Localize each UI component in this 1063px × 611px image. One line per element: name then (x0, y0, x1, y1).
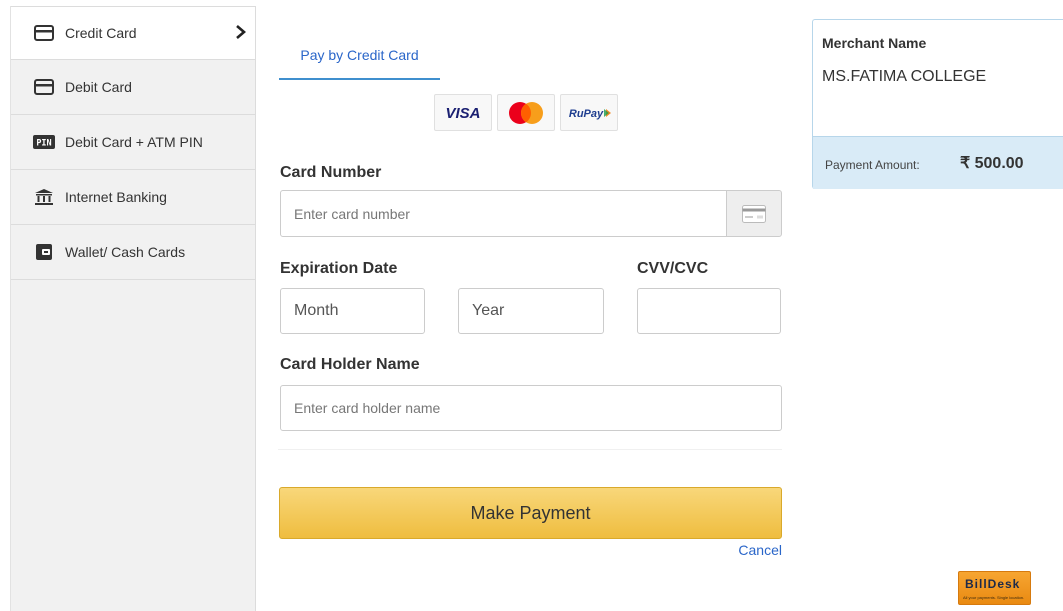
tab-label: Pay by Credit Card (300, 47, 419, 63)
card-brand-logos: VISA RuPay (434, 94, 618, 131)
payment-amount-value: ₹ 500.00 (960, 155, 1024, 172)
bank-icon (33, 188, 55, 206)
sidebar-item-debit-card[interactable]: Debit Card (11, 60, 255, 115)
mastercard-logo (497, 94, 555, 131)
wallet-icon (33, 243, 55, 261)
sidebar-item-label: Credit Card (65, 25, 137, 41)
card-holder-label: Card Holder Name (280, 356, 420, 373)
visa-logo: VISA (434, 94, 492, 131)
payment-amount-bar: Payment Amount: ₹ 500.00 (813, 136, 1063, 189)
sidebar-item-debit-atm-pin[interactable]: PIN Debit Card + ATM PIN (11, 115, 255, 170)
payment-amount-label: Payment Amount: (825, 158, 920, 172)
merchant-info-panel: Merchant Name MS.FATIMA COLLEGE Payment … (812, 19, 1063, 189)
cvv-input[interactable] (637, 288, 781, 334)
sidebar-item-label: Wallet/ Cash Cards (65, 244, 186, 260)
sidebar-item-label: Debit Card (65, 79, 132, 95)
tab-pay-by-credit-card[interactable]: Pay by Credit Card (279, 40, 440, 80)
sidebar-item-wallet[interactable]: Wallet/ Cash Cards (11, 225, 255, 280)
pin-icon: PIN (33, 133, 55, 151)
merchant-name-value: MS.FATIMA COLLEGE (822, 68, 987, 85)
sidebar-item-label: Internet Banking (65, 189, 167, 205)
expiry-year-input[interactable] (458, 288, 604, 334)
make-payment-button[interactable]: Make Payment (279, 487, 782, 539)
billdesk-tagline: All your payments. Single location. (963, 595, 1025, 600)
card-number-label: Card Number (280, 164, 382, 181)
expiration-date-label: Expiration Date (280, 260, 398, 277)
cvv-label: CVV/CVC (637, 260, 709, 277)
sidebar-item-credit-card[interactable]: Credit Card (11, 6, 255, 60)
sidebar-item-label: Debit Card + ATM PIN (65, 134, 203, 150)
billdesk-name: BillDesk (965, 577, 1021, 591)
expiry-month-input[interactable] (280, 288, 425, 334)
rupay-text: RuPay (569, 108, 604, 120)
merchant-name-label: Merchant Name (822, 35, 927, 51)
payment-method-sidebar: Credit Card Debit Card PIN Debit Card + … (10, 6, 256, 611)
billdesk-logo: BillDesk All your payments. Single locat… (958, 571, 1031, 605)
card-addon (726, 190, 782, 237)
cancel-link[interactable]: Cancel (738, 542, 782, 558)
chevron-right-icon (235, 24, 247, 43)
card-holder-input[interactable] (280, 385, 782, 431)
form-divider (278, 449, 782, 450)
card-number-input[interactable] (280, 190, 727, 237)
rupay-logo: RuPay (560, 94, 618, 131)
card-generic-icon (742, 204, 766, 223)
debit-card-icon (33, 78, 55, 96)
sidebar-item-internet-banking[interactable]: Internet Banking (11, 170, 255, 225)
credit-card-icon (33, 24, 55, 42)
visa-text: VISA (445, 105, 480, 122)
pin-badge-text: PIN (36, 139, 51, 149)
